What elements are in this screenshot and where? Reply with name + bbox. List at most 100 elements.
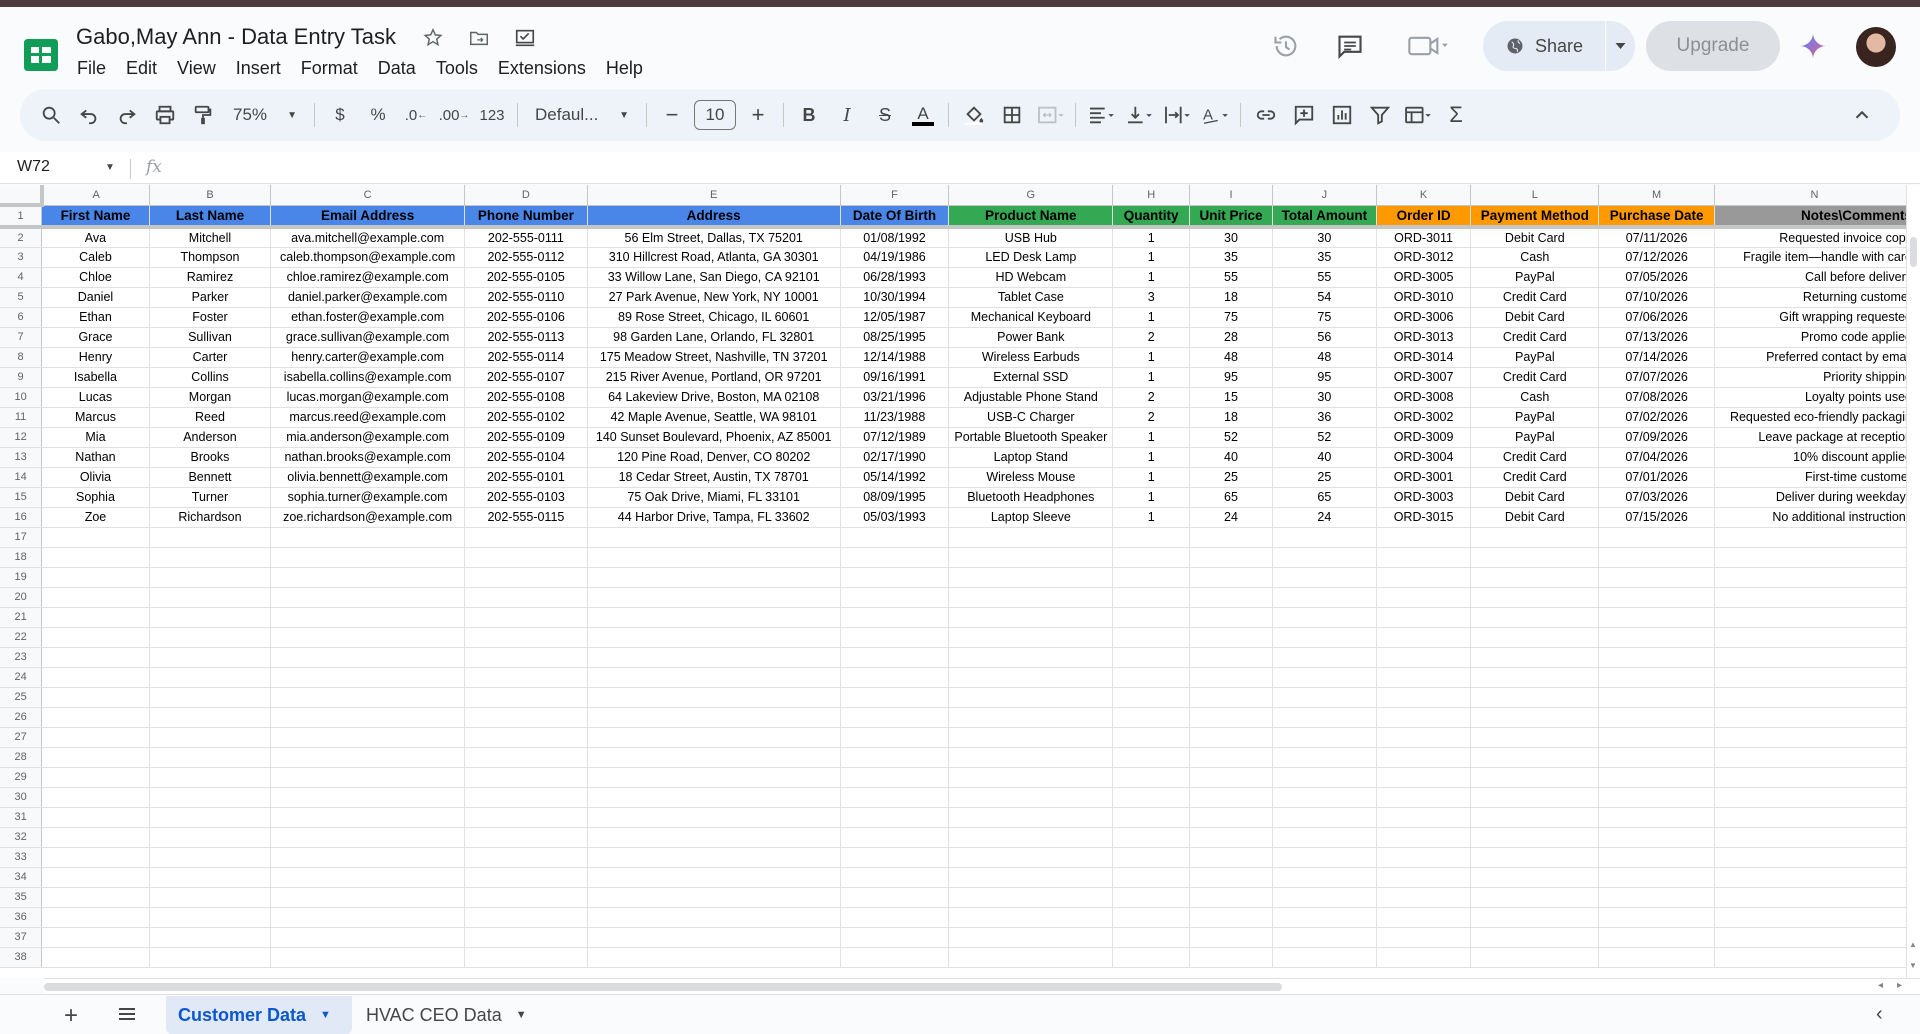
column-header-h[interactable]: H bbox=[1112, 185, 1191, 206]
cell-quantity[interactable]: 1 bbox=[1112, 427, 1191, 448]
cell[interactable] bbox=[948, 747, 1114, 768]
cell-unit-price[interactable]: 30 bbox=[1189, 227, 1273, 248]
cell[interactable] bbox=[840, 527, 950, 548]
cell[interactable] bbox=[270, 567, 466, 588]
cell[interactable] bbox=[1112, 827, 1191, 848]
cell[interactable] bbox=[1376, 807, 1472, 828]
column-header-b[interactable]: B bbox=[149, 185, 272, 206]
cell-purchase-date[interactable]: 07/11/2026 bbox=[1598, 227, 1716, 248]
cell[interactable] bbox=[840, 847, 950, 868]
cell-product[interactable]: Adjustable Phone Stand bbox=[948, 387, 1114, 408]
cell-order-id[interactable]: ORD-3006 bbox=[1376, 307, 1472, 328]
header-cell-phone[interactable]: Phone Number bbox=[464, 205, 588, 229]
cell[interactable] bbox=[1272, 787, 1377, 808]
cell-quantity[interactable]: 1 bbox=[1112, 367, 1191, 388]
cell[interactable] bbox=[464, 667, 588, 688]
cell[interactable] bbox=[587, 947, 841, 968]
row-header[interactable]: 6 bbox=[0, 307, 43, 328]
cell[interactable] bbox=[149, 767, 272, 788]
row-header[interactable]: 13 bbox=[0, 447, 43, 468]
cell[interactable] bbox=[840, 807, 950, 828]
cell-unit-price[interactable]: 75 bbox=[1189, 307, 1273, 328]
row-header[interactable]: 2 bbox=[0, 227, 43, 248]
cell[interactable] bbox=[41, 687, 150, 708]
cell[interactable] bbox=[948, 667, 1114, 688]
cell-payment-method[interactable]: Credit Card bbox=[1470, 367, 1600, 388]
cell[interactable] bbox=[1112, 727, 1191, 748]
cell-last-name[interactable]: Collins bbox=[149, 367, 272, 388]
cell[interactable] bbox=[1189, 947, 1273, 968]
column-header-k[interactable]: K bbox=[1376, 185, 1472, 206]
cell[interactable] bbox=[1598, 787, 1716, 808]
cell[interactable] bbox=[149, 907, 272, 928]
row-header[interactable]: 12 bbox=[0, 427, 43, 448]
cell[interactable] bbox=[464, 647, 588, 668]
cell[interactable] bbox=[1714, 847, 1915, 868]
row-header[interactable]: 10 bbox=[0, 387, 43, 408]
cell[interactable] bbox=[1272, 667, 1377, 688]
cell[interactable] bbox=[948, 827, 1114, 848]
cell-order-id[interactable]: ORD-3010 bbox=[1376, 287, 1472, 308]
cell[interactable] bbox=[270, 727, 466, 748]
cell-first-name[interactable]: Grace bbox=[41, 327, 150, 348]
cell-quantity[interactable]: 1 bbox=[1112, 247, 1191, 268]
cell-order-id[interactable]: ORD-3012 bbox=[1376, 247, 1472, 268]
cell-product[interactable]: USB-C Charger bbox=[948, 407, 1114, 428]
cell[interactable] bbox=[587, 707, 841, 728]
row-header[interactable]: 22 bbox=[0, 627, 43, 648]
cell-order-id[interactable]: ORD-3001 bbox=[1376, 467, 1472, 488]
cell[interactable] bbox=[1112, 867, 1191, 888]
cell-dob[interactable]: 01/08/1992 bbox=[840, 227, 950, 248]
cell[interactable] bbox=[840, 887, 950, 908]
cell[interactable] bbox=[270, 767, 466, 788]
cell[interactable] bbox=[1598, 587, 1716, 608]
cell-quantity[interactable]: 2 bbox=[1112, 327, 1191, 348]
header-cell-dob[interactable]: Date Of Birth bbox=[840, 205, 950, 229]
cell[interactable] bbox=[41, 787, 150, 808]
cell[interactable] bbox=[840, 947, 950, 968]
cell[interactable] bbox=[1189, 607, 1273, 628]
cell[interactable] bbox=[1714, 947, 1915, 968]
cell[interactable] bbox=[1112, 767, 1191, 788]
cell-quantity[interactable]: 1 bbox=[1112, 507, 1191, 528]
cell-phone[interactable]: 202-555-0114 bbox=[464, 347, 588, 368]
cell[interactable] bbox=[1714, 567, 1915, 588]
vertical-scrollbar[interactable]: ▲ ▼ bbox=[1906, 185, 1920, 978]
cell[interactable] bbox=[1376, 587, 1472, 608]
row-header[interactable]: 4 bbox=[0, 267, 43, 288]
cell-phone[interactable]: 202-555-0111 bbox=[464, 227, 588, 248]
cell[interactable] bbox=[270, 607, 466, 628]
menu-data[interactable]: Data bbox=[368, 54, 426, 83]
cell-address[interactable]: 18 Cedar Street, Austin, TX 78701 bbox=[587, 467, 841, 488]
cell[interactable] bbox=[1189, 927, 1273, 948]
cell[interactable] bbox=[1470, 687, 1600, 708]
cell[interactable] bbox=[464, 787, 588, 808]
row-header[interactable]: 33 bbox=[0, 847, 43, 868]
menu-view[interactable]: View bbox=[167, 54, 226, 83]
cell-address[interactable]: 42 Maple Avenue, Seattle, WA 98101 bbox=[587, 407, 841, 428]
cell[interactable] bbox=[41, 747, 150, 768]
share-button[interactable]: Share bbox=[1483, 21, 1635, 71]
cell[interactable] bbox=[1272, 527, 1377, 548]
cell[interactable] bbox=[1714, 827, 1915, 848]
cell[interactable] bbox=[149, 847, 272, 868]
column-header-g[interactable]: G bbox=[948, 185, 1114, 206]
cell[interactable] bbox=[948, 687, 1114, 708]
cell[interactable] bbox=[1272, 607, 1377, 628]
cell[interactable] bbox=[948, 847, 1114, 868]
scroll-down-icon[interactable]: ▼ bbox=[1909, 961, 1917, 970]
bold-icon[interactable]: B bbox=[793, 97, 825, 133]
cell[interactable] bbox=[587, 627, 841, 648]
cell-purchase-date[interactable]: 07/12/2026 bbox=[1598, 247, 1716, 268]
cell[interactable] bbox=[1112, 607, 1191, 628]
cell[interactable] bbox=[1112, 587, 1191, 608]
cell-unit-price[interactable]: 52 bbox=[1189, 427, 1273, 448]
cell[interactable] bbox=[464, 847, 588, 868]
cell-address[interactable]: 120 Pine Road, Denver, CO 80202 bbox=[587, 447, 841, 468]
cell[interactable] bbox=[1598, 907, 1716, 928]
row-header[interactable]: 9 bbox=[0, 367, 43, 388]
cell[interactable] bbox=[948, 927, 1114, 948]
cell[interactable] bbox=[840, 907, 950, 928]
collapse-menus-chevron-up-icon[interactable] bbox=[1846, 97, 1878, 133]
cell-payment-method[interactable]: PayPal bbox=[1470, 267, 1600, 288]
